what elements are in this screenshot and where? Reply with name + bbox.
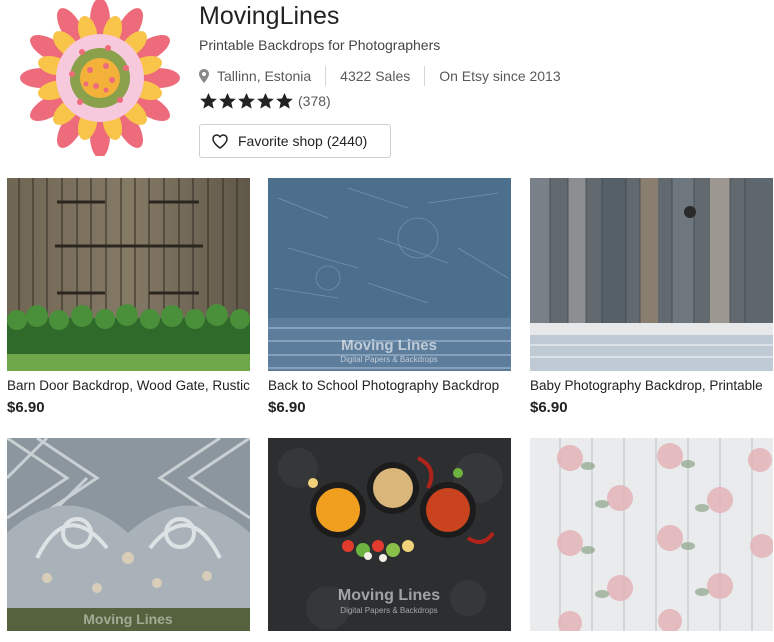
shop-logo <box>20 0 180 156</box>
svg-text:Digital Papers & Backdrops: Digital Papers & Backdrops <box>340 355 437 364</box>
favorite-label: Favorite shop <box>238 133 323 149</box>
shop-tagline: Printable Backdrops for Photographers <box>199 37 441 53</box>
listing-image-back-to-school[interactable]: Moving Lines Digital Papers & Backdrops <box>268 178 511 371</box>
star-icon <box>219 92 236 109</box>
shop-name[interactable]: MovingLines <box>199 0 339 32</box>
rating-count[interactable]: (378) <box>298 93 331 109</box>
svg-text:Moving Lines: Moving Lines <box>338 587 440 604</box>
shop-meta: Tallinn, Estonia 4322 Sales On Etsy sinc… <box>199 65 561 87</box>
shop-since: On Etsy since 2013 <box>439 68 561 84</box>
listing-title[interactable]: Back to School Photography Backdrop <box>268 377 511 394</box>
listing-card[interactable]: Moving Lines Digital Papers & Backdrops <box>268 438 511 642</box>
rating-stars <box>199 92 294 110</box>
listing-card[interactable]: Barn Door Backdrop, Wood Gate, Rustic $6… <box>7 178 250 416</box>
star-icon <box>238 92 255 109</box>
star-icon <box>276 92 293 109</box>
svg-text:Moving Lines: Moving Lines <box>83 611 173 627</box>
listing-title[interactable]: Barn Door Backdrop, Wood Gate, Rustic <box>7 377 250 394</box>
listing-price: $6.90 <box>7 399 45 416</box>
listing-card[interactable]: Moving Lines <box>7 438 250 642</box>
location-pin-icon <box>199 69 209 83</box>
listing-card[interactable]: Moving Lines Digital Papers & Backdrops … <box>268 178 511 416</box>
listing-card[interactable] <box>530 438 773 642</box>
svg-text:Digital Papers & Backdrops: Digital Papers & Backdrops <box>340 606 437 615</box>
divider <box>424 66 426 86</box>
listing-image-barn-door[interactable] <box>7 178 250 371</box>
listing-card[interactable]: Baby Photography Backdrop, Printable $6.… <box>530 178 773 416</box>
star-icon <box>257 92 274 109</box>
listing-image-floral-wood[interactable] <box>530 438 773 631</box>
favorite-shop-button[interactable]: Favorite shop (2440) <box>199 124 391 158</box>
listing-image-ornate-gate[interactable]: Moving Lines <box>7 438 250 631</box>
shop-location: Tallinn, Estonia <box>217 68 312 84</box>
heart-icon <box>212 133 228 149</box>
listing-title[interactable]: Baby Photography Backdrop, Printable <box>530 377 773 394</box>
listing-price: $6.90 <box>530 399 568 416</box>
favorite-count: (2440) <box>326 133 368 149</box>
listing-image-spices[interactable]: Moving Lines Digital Papers & Backdrops <box>268 438 511 631</box>
svg-text:Moving Lines: Moving Lines <box>341 337 437 354</box>
star-icon <box>200 92 217 109</box>
listing-image-baby-photography[interactable] <box>530 178 773 371</box>
shop-rating[interactable]: (378) <box>199 91 331 111</box>
listing-price: $6.90 <box>268 399 306 416</box>
shop-sales[interactable]: 4322 Sales <box>340 68 410 84</box>
divider <box>325 66 327 86</box>
